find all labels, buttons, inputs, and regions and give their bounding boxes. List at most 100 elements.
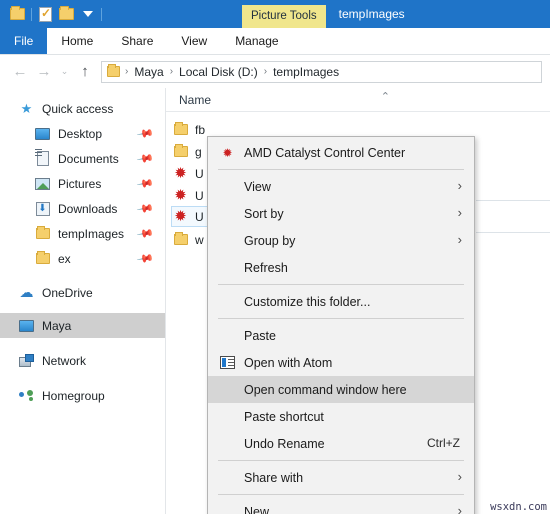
- menu-item-undo-rename[interactable]: Undo Rename Ctrl+Z: [208, 430, 474, 457]
- list-item[interactable]: ✹ U: [172, 185, 204, 206]
- sidebar-item-label: OneDrive: [42, 285, 93, 300]
- sidebar-item-downloads[interactable]: ⬇ Downloads 📌: [0, 196, 165, 221]
- properties-button[interactable]: [35, 4, 56, 25]
- pin-icon[interactable]: 📌: [136, 200, 154, 218]
- menu-item-group-by[interactable]: Group by ›: [208, 227, 474, 254]
- monitor-icon: [18, 317, 35, 334]
- list-item[interactable]: ✹ U: [171, 206, 209, 227]
- new-folder-button[interactable]: [56, 4, 77, 25]
- sidebar-item-tempimages[interactable]: tempImages 📌: [0, 221, 165, 246]
- forward-button[interactable]: →: [32, 60, 56, 84]
- breadcrumb-local-disk[interactable]: Local Disk (D:): [175, 65, 262, 79]
- tab-home[interactable]: Home: [47, 28, 107, 54]
- red-burst-icon: ✹: [174, 187, 187, 204]
- pin-icon[interactable]: 📌: [136, 150, 154, 168]
- menu-item-open-with-atom[interactable]: Open with Atom: [208, 349, 474, 376]
- watermark: wsxdn.com: [490, 501, 547, 513]
- sidebar-item-label: Downloads: [58, 201, 118, 216]
- chevron-down-icon[interactable]: [77, 4, 98, 25]
- list-rule: [476, 232, 550, 233]
- menu-item-refresh[interactable]: Refresh: [208, 254, 474, 281]
- pin-icon[interactable]: 📌: [136, 125, 154, 143]
- list-item-label: U: [195, 188, 204, 203]
- breadcrumb-maya[interactable]: Maya: [130, 65, 167, 79]
- menu-item-label: Group by: [244, 233, 296, 248]
- file-explorer-window: Picture Tools tempImages File Home Share…: [0, 0, 550, 514]
- star-pin-icon: ★: [20, 100, 33, 116]
- tab-view[interactable]: View: [167, 28, 221, 54]
- menu-item-new[interactable]: New ›: [208, 498, 474, 514]
- pin-icon[interactable]: 📌: [136, 250, 154, 268]
- quick-access-toolbar: [0, 4, 105, 25]
- list-item[interactable]: w: [172, 229, 204, 250]
- pin-icon[interactable]: 📌: [136, 225, 154, 243]
- sidebar-item-documents[interactable]: Documents 📌: [0, 146, 165, 171]
- sidebar-item-homegroup[interactable]: Homegroup: [0, 383, 165, 408]
- back-button[interactable]: ←: [8, 60, 32, 84]
- sidebar-item-desktop[interactable]: Desktop 📌: [0, 121, 165, 146]
- menu-item-customize-this-folder[interactable]: Customize this folder...: [208, 288, 474, 315]
- chevron-right-icon: ›: [457, 232, 462, 247]
- contextual-tab-picture-tools[interactable]: Picture Tools: [242, 5, 326, 28]
- list-item-label: U: [195, 166, 204, 181]
- menu-item-label: Open command window here: [244, 382, 407, 397]
- explorer-icon[interactable]: [7, 4, 28, 25]
- amd-burst-icon: ✹: [222, 145, 233, 160]
- sidebar-item-network[interactable]: Network: [0, 348, 165, 373]
- folder-icon: [107, 64, 120, 77]
- breadcrumb-separator[interactable]: ›: [262, 66, 269, 77]
- chevron-right-icon: ›: [457, 469, 462, 484]
- recent-locations-button[interactable]: ⌄: [56, 60, 73, 84]
- menu-item-sort-by[interactable]: Sort by ›: [208, 200, 474, 227]
- sidebar-item-pictures[interactable]: Pictures 📌: [0, 171, 165, 196]
- column-header-name[interactable]: Name: [166, 93, 211, 107]
- list-item-label: w: [195, 232, 204, 247]
- sidebar-item-label: Documents: [58, 151, 119, 166]
- breadcrumb-tempimages[interactable]: tempImages: [269, 65, 343, 79]
- menu-item-label: Paste shortcut: [244, 409, 324, 424]
- menu-item-label: Open with Atom: [244, 355, 333, 370]
- sidebar-item-quick-access[interactable]: ★ Quick access: [0, 96, 165, 121]
- list-item-label: U: [195, 209, 204, 224]
- sidebar-item-label: Pictures: [58, 176, 102, 191]
- folder-icon: [34, 250, 51, 267]
- up-button[interactable]: ↑: [73, 60, 97, 84]
- pin-icon[interactable]: 📌: [136, 175, 154, 193]
- list-rule: [476, 200, 550, 201]
- sidebar-item-ex[interactable]: ex 📌: [0, 246, 165, 271]
- navigation-pane: ★ Quick access Desktop 📌 Documents 📌 Pic…: [0, 88, 166, 514]
- menu-item-label: Sort by: [244, 206, 284, 221]
- sidebar-item-maya[interactable]: Maya: [0, 313, 165, 338]
- menu-item-share-with[interactable]: Share with ›: [208, 464, 474, 491]
- red-burst-icon: ✹: [174, 165, 187, 182]
- menu-item-paste-shortcut[interactable]: Paste shortcut: [208, 403, 474, 430]
- list-item[interactable]: ✹ U: [172, 163, 204, 184]
- sidebar-item-label: Desktop: [58, 126, 103, 141]
- tab-share[interactable]: Share: [107, 28, 167, 54]
- menu-item-label: Refresh: [244, 260, 288, 275]
- breadcrumb-separator[interactable]: ›: [168, 66, 175, 77]
- menu-item-amd-catalyst-control-center[interactable]: ✹ AMD Catalyst Control Center: [208, 139, 474, 166]
- tab-manage[interactable]: Manage: [221, 28, 292, 54]
- menu-item-view[interactable]: View ›: [208, 173, 474, 200]
- folder-icon: [34, 225, 51, 242]
- context-menu: ✹ AMD Catalyst Control Center View › Sor…: [207, 136, 475, 514]
- sidebar-item-label: ex: [58, 251, 71, 266]
- title-bar: Picture Tools tempImages: [0, 0, 550, 28]
- menu-item-paste[interactable]: Paste: [208, 322, 474, 349]
- menu-item-open-command-window-here[interactable]: Open command window here: [208, 376, 474, 403]
- menu-separator: [218, 318, 464, 319]
- folder-icon: [172, 232, 189, 248]
- breadcrumb-separator[interactable]: ›: [123, 66, 130, 77]
- list-item[interactable]: g: [172, 141, 202, 162]
- sidebar-item-label: Maya: [42, 318, 72, 333]
- list-item-label: fb: [195, 122, 206, 137]
- sidebar-item-onedrive[interactable]: ☁ OneDrive: [0, 280, 165, 305]
- list-item[interactable]: fb: [172, 119, 205, 140]
- tab-file[interactable]: File: [0, 28, 48, 54]
- menu-item-label: Undo Rename: [244, 436, 325, 451]
- menu-item-label: View: [244, 179, 271, 194]
- toolbar-divider: [31, 7, 32, 21]
- address-bar[interactable]: › Maya › Local Disk (D:) › tempImages: [101, 60, 542, 83]
